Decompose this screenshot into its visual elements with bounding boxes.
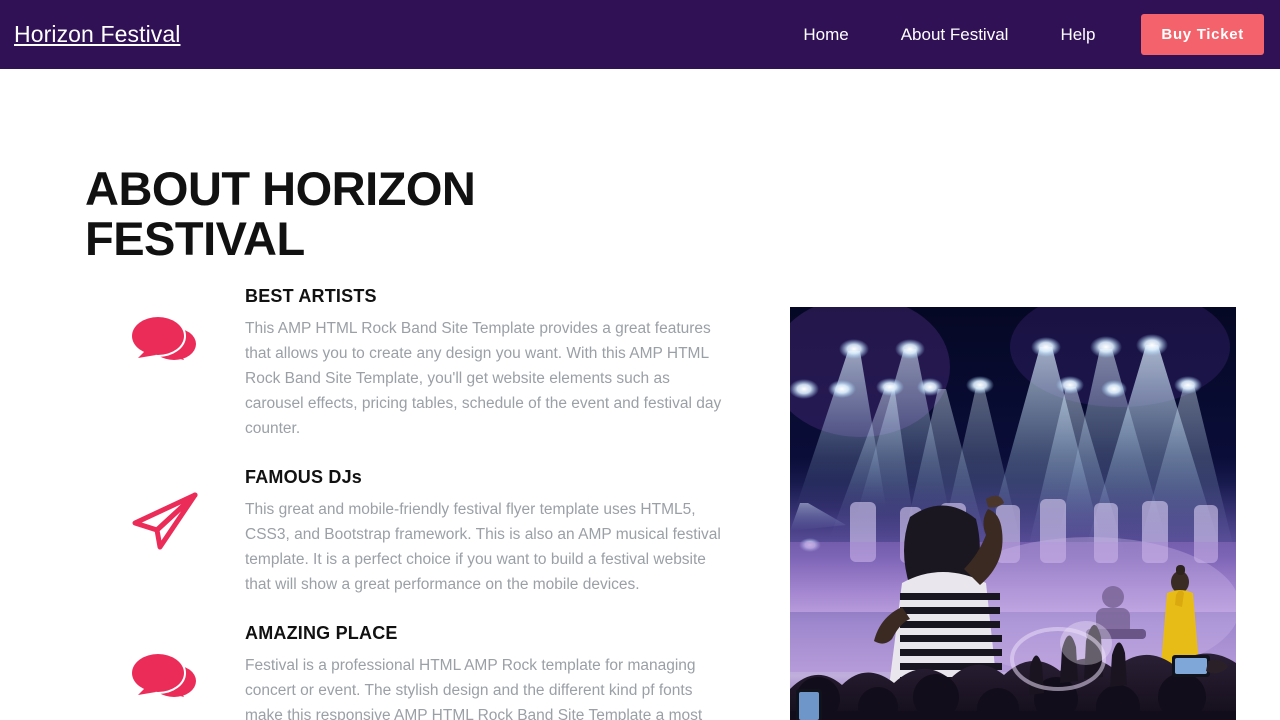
feature-body: BEST ARTISTS This AMP HTML Rock Band Sit… bbox=[245, 282, 725, 441]
feature-title: BEST ARTISTS bbox=[245, 286, 377, 306]
brand-logo[interactable]: Horizon Festival bbox=[14, 21, 181, 48]
page-title: About Horizon Festival bbox=[85, 162, 476, 265]
feature-description: This great and mobile-friendly festival … bbox=[245, 501, 721, 593]
nav-link-help[interactable]: Help bbox=[1034, 17, 1121, 53]
feature-list: BEST ARTISTS This AMP HTML Rock Band Sit… bbox=[85, 282, 725, 720]
nav-link-home[interactable]: Home bbox=[777, 17, 874, 53]
feature-title: FAMOUS DJs bbox=[245, 467, 363, 487]
concert-crowd-photo bbox=[790, 307, 1236, 720]
site-header: Horizon Festival Home About Festival Hel… bbox=[0, 0, 1280, 69]
feature-title: AMAZING PLACE bbox=[245, 623, 398, 643]
paper-plane-icon bbox=[85, 463, 245, 558]
feature-description: This AMP HTML Rock Band Site Template pr… bbox=[245, 320, 722, 437]
feature-item: AMAZING PLACE Festival is a professional… bbox=[85, 619, 725, 720]
feature-item: FAMOUS DJs This great and mobile-friendl… bbox=[85, 463, 725, 597]
feature-item: BEST ARTISTS This AMP HTML Rock Band Sit… bbox=[85, 282, 725, 441]
buy-ticket-button[interactable]: Buy Ticket bbox=[1141, 14, 1264, 55]
feature-description: Festival is a professional HTML AMP Rock… bbox=[245, 657, 703, 720]
chat-bubbles-icon bbox=[85, 619, 245, 714]
chat-bubbles-icon bbox=[85, 282, 245, 377]
feature-body: AMAZING PLACE Festival is a professional… bbox=[245, 619, 725, 720]
nav-link-about-festival[interactable]: About Festival bbox=[875, 17, 1035, 53]
primary-navigation: Home About Festival Help Buy Ticket bbox=[777, 14, 1264, 55]
about-section: About Horizon Festival BEST ARTISTS This… bbox=[0, 69, 1280, 720]
feature-body: FAMOUS DJs This great and mobile-friendl… bbox=[245, 463, 725, 597]
